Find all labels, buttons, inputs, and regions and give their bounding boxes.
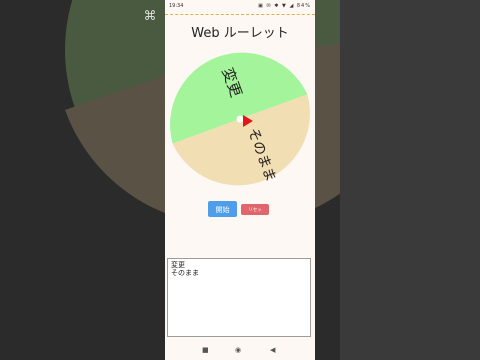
right-dark-strip <box>340 0 480 360</box>
roulette-wheel: 変更 そのまま <box>167 46 313 192</box>
back-triangle-icon[interactable]: ◀ <box>270 346 275 354</box>
status-bar: 19:34 ▣ ✉ ✱ ▼ ◢ 84% <box>165 0 315 15</box>
recents-square-icon[interactable]: ■ <box>202 346 209 354</box>
items-textarea[interactable]: 変更 そのまま <box>167 258 311 337</box>
left-blur-wheel <box>65 0 165 213</box>
right-blur-background <box>315 0 480 360</box>
reset-button[interactable]: リセット <box>241 204 269 224</box>
start-button[interactable]: 開始 <box>208 201 237 217</box>
home-circle-icon[interactable]: ◉ <box>235 346 241 354</box>
status-time: 19:34 <box>169 3 184 9</box>
wheel-center-hub <box>236 115 244 123</box>
status-icons: ▣ ✉ ✱ ▼ ◢ 84% <box>258 3 311 9</box>
page-title: Web ルーレット <box>191 26 289 41</box>
wheel-svg: 変更 そのまま <box>170 52 310 186</box>
phone-screen: 19:34 ▣ ✉ ✱ ▼ ◢ 84% Web ルーレット 変更 そのまま 開始… <box>165 0 315 360</box>
capcut-icon: ⌘ <box>143 9 157 24</box>
nav-bar: ■ ◉ ◀ <box>165 340 315 360</box>
left-blur-background <box>0 0 165 360</box>
